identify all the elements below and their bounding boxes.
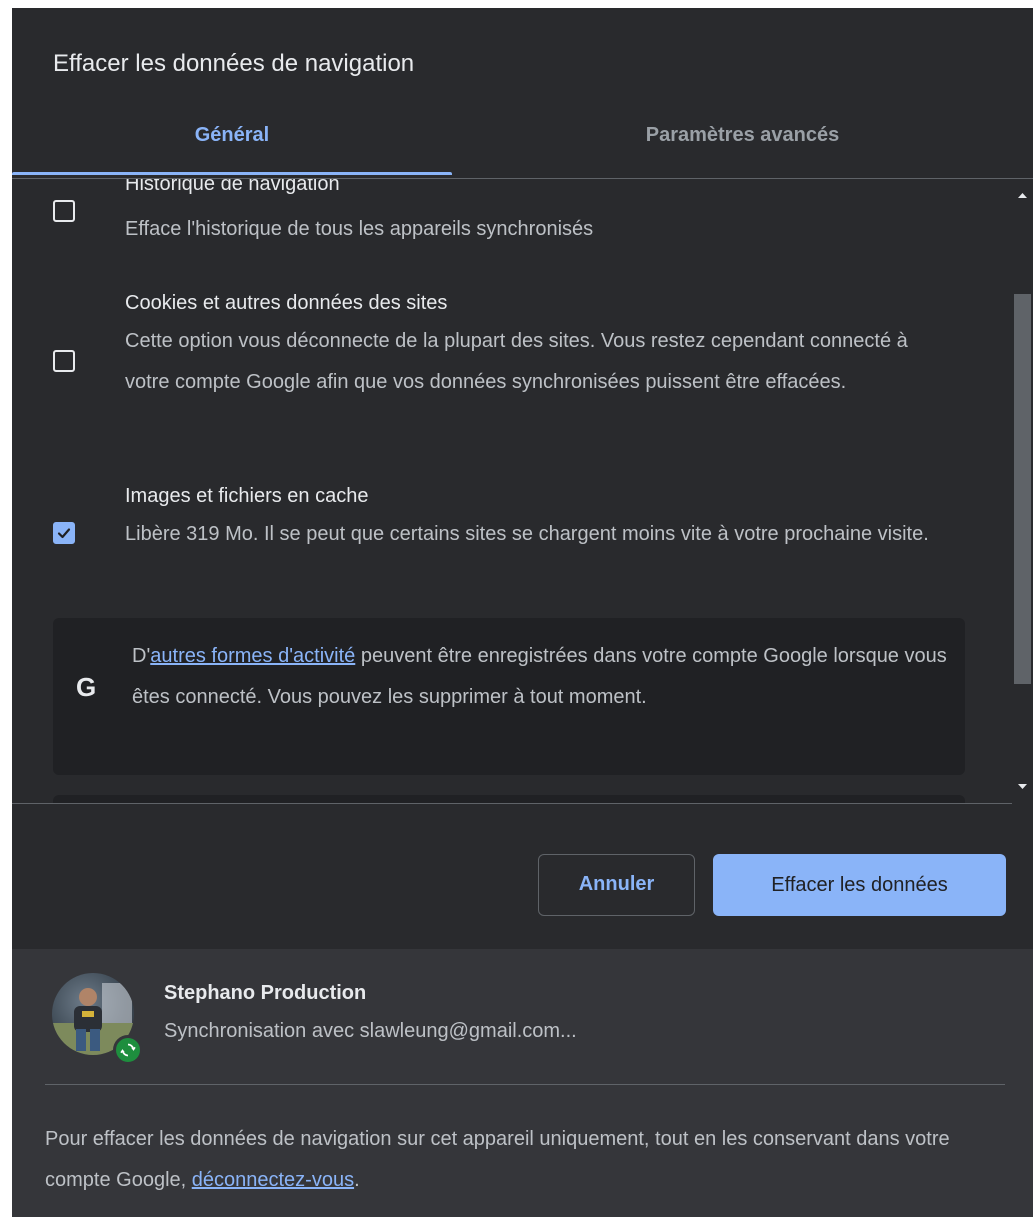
tab-bar: Général Paramètres avancés bbox=[12, 104, 1033, 176]
scrollbar-thumb[interactable] bbox=[1014, 294, 1031, 684]
google-activity-card: G D'autres formes d'activité peuvent êtr… bbox=[53, 618, 965, 775]
google-activity-text: D'autres formes d'activité peuvent être … bbox=[132, 636, 952, 718]
content-divider bbox=[12, 803, 1012, 804]
cookies-checkbox[interactable] bbox=[53, 350, 75, 372]
account-name: Stephano Production bbox=[164, 982, 367, 1004]
checkmark-icon bbox=[57, 528, 71, 539]
sync-badge bbox=[113, 1035, 143, 1065]
option-title: Cookies et autres données des sites bbox=[125, 292, 448, 314]
card-text-before: D' bbox=[132, 645, 151, 667]
tab-advanced-settings[interactable]: Paramètres avancés bbox=[452, 104, 1033, 172]
clear-browsing-data-dialog: Effacer les données de navigation Généra… bbox=[12, 8, 1033, 1217]
cancel-button[interactable]: Annuler bbox=[538, 854, 695, 916]
note-text-after: . bbox=[354, 1169, 360, 1191]
option-description: Libère 319 Mo. Il se peut que certains s… bbox=[125, 523, 929, 545]
account-footer: Stephano Production Synchronisation avec… bbox=[12, 949, 1033, 1217]
sign-out-note: Pour effacer les données de navigation s… bbox=[45, 1119, 995, 1201]
google-g-icon: G bbox=[76, 672, 97, 702]
scroll-down-arrow-icon[interactable] bbox=[1012, 777, 1033, 797]
account-sync-status: Synchronisation avec slawleung@gmail.com… bbox=[164, 1020, 577, 1042]
clear-data-button[interactable]: Effacer les données bbox=[713, 854, 1006, 916]
option-title: Images et fichiers en cache bbox=[125, 485, 369, 507]
cached-images-checkbox[interactable] bbox=[53, 522, 75, 544]
next-card-peek bbox=[53, 795, 965, 803]
dialog-title: Effacer les données de navigation bbox=[53, 50, 415, 77]
other-activity-link[interactable]: autres formes d'activité bbox=[150, 645, 355, 667]
active-tab-indicator bbox=[12, 172, 452, 175]
browsing-history-checkbox[interactable] bbox=[53, 200, 75, 222]
option-description: Efface l'historique de tous les appareil… bbox=[125, 218, 594, 240]
sign-out-link[interactable]: déconnectez-vous bbox=[192, 1169, 354, 1191]
note-text-before: Pour effacer les données de navigation s… bbox=[45, 1128, 950, 1191]
footer-divider bbox=[45, 1084, 1005, 1085]
option-title: Historique de navigation bbox=[125, 179, 340, 195]
scrollbar[interactable] bbox=[1012, 179, 1033, 803]
sync-icon bbox=[120, 1043, 136, 1057]
tab-general[interactable]: Général bbox=[12, 104, 452, 172]
options-scroll-area[interactable]: Historique de navigation Efface l'histor… bbox=[12, 179, 1012, 803]
scroll-up-arrow-icon[interactable] bbox=[1012, 185, 1033, 205]
option-description: Cette option vous déconnecte de la plupa… bbox=[125, 330, 908, 393]
